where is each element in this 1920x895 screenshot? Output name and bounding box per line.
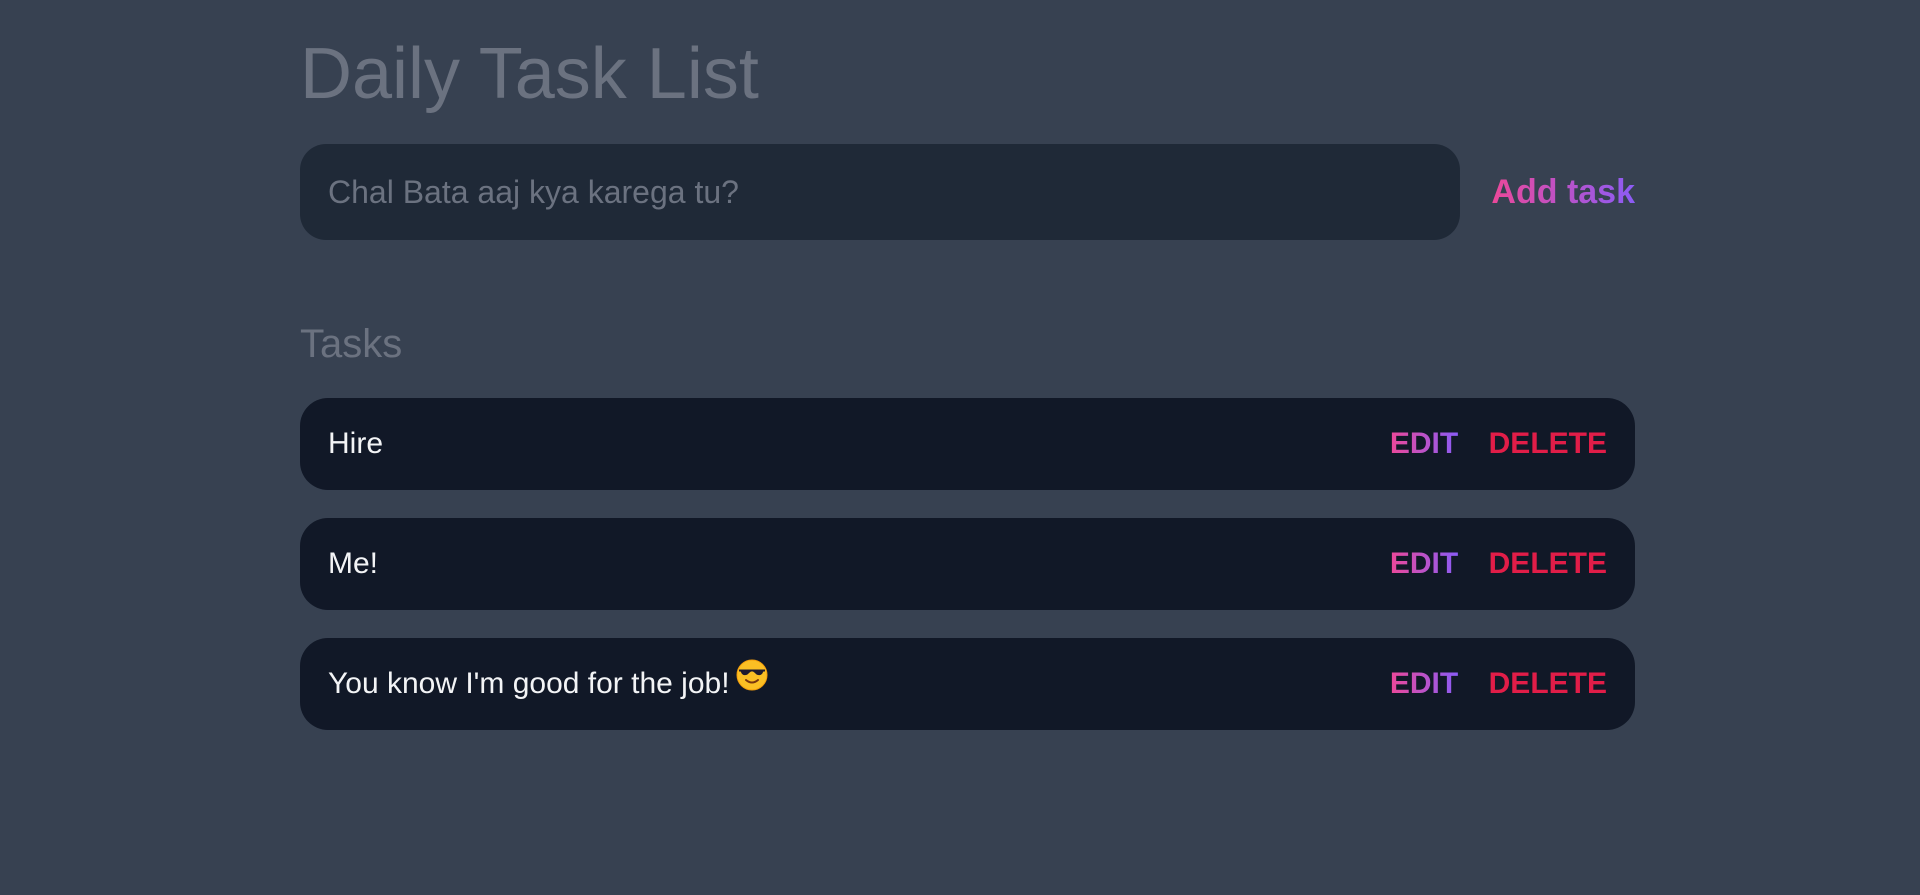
task-item: Hire EDIT DELETE <box>300 398 1635 490</box>
tasks-heading: Tasks <box>300 322 403 366</box>
edit-button[interactable]: EDIT <box>1390 427 1458 460</box>
task-item: You know I'm good for the job! EDIT DELE… <box>300 638 1635 730</box>
delete-button[interactable]: DELETE <box>1489 547 1607 580</box>
smiling-face-with-sunglasses-icon <box>736 636 768 728</box>
delete-button[interactable]: DELETE <box>1489 667 1607 700</box>
add-task-button[interactable]: Add task <box>1491 144 1635 240</box>
task-text: You know I'm good for the job! <box>328 638 768 730</box>
add-task-form: Add task <box>300 144 1635 240</box>
task-actions: EDIT DELETE <box>1390 638 1607 730</box>
task-text-label: Me! <box>328 547 379 580</box>
task-text-label: You know I'm good for the job! <box>328 667 730 700</box>
task-text-label: Hire <box>328 427 384 460</box>
task-actions: EDIT DELETE <box>1390 398 1607 490</box>
delete-button[interactable]: DELETE <box>1489 427 1607 460</box>
edit-button[interactable]: EDIT <box>1390 667 1458 700</box>
task-item: Me! EDIT DELETE <box>300 518 1635 610</box>
task-input[interactable] <box>300 144 1460 240</box>
task-text: Me! <box>328 518 378 610</box>
task-list: Hire EDIT DELETE Me! EDIT DELETE You kno… <box>300 398 1635 758</box>
page-title: Daily Task List <box>300 34 759 114</box>
edit-button[interactable]: EDIT <box>1390 547 1458 580</box>
task-text: Hire <box>328 398 383 490</box>
task-actions: EDIT DELETE <box>1390 518 1607 610</box>
